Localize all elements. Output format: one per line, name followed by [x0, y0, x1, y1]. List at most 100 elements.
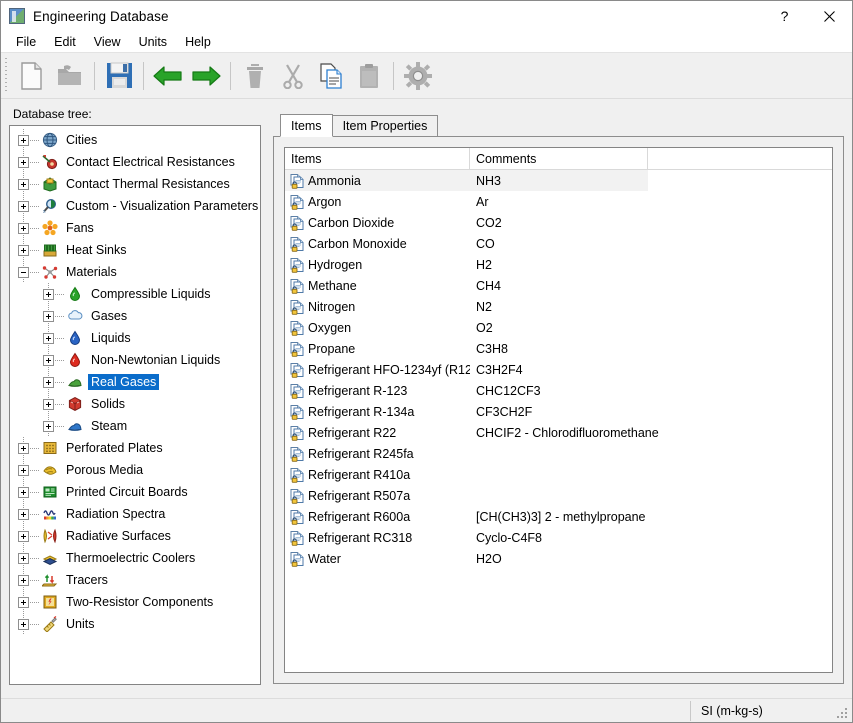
tree-node-liquids[interactable]: Liquids — [10, 327, 260, 349]
expand-icon[interactable] — [18, 442, 29, 454]
expand-icon[interactable] — [18, 200, 29, 212]
tab-items[interactable]: Items — [280, 114, 333, 137]
tree-node-fans[interactable]: Fans — [10, 217, 260, 239]
table-row[interactable]: Refrigerant HFO-1234yf (R123... C3H2F4 — [285, 359, 832, 380]
table-row[interactable]: Nitrogen N2 — [285, 296, 832, 317]
cell-comment: CH4 — [476, 278, 502, 293]
tree-node-tracers[interactable]: Tracers — [10, 569, 260, 591]
table-row[interactable]: Propane C3H8 — [285, 338, 832, 359]
settings-button[interactable] — [399, 57, 437, 95]
table-row[interactable]: Water H2O — [285, 548, 832, 569]
close-button[interactable] — [807, 1, 852, 31]
expand-icon[interactable] — [43, 332, 54, 344]
collapse-icon[interactable] — [18, 266, 29, 278]
tree-node-solids[interactable]: Solids — [10, 393, 260, 415]
expand-icon[interactable] — [43, 288, 54, 300]
table-row[interactable]: Carbon Dioxide CO2 — [285, 212, 832, 233]
expand-icon[interactable] — [18, 486, 29, 498]
tree-node-porous-media[interactable]: Porous Media — [10, 459, 260, 481]
table-row[interactable]: Hydrogen H2 — [285, 254, 832, 275]
expand-icon[interactable] — [18, 134, 29, 146]
table-row[interactable]: Refrigerant R-123 CHC12CF3 — [285, 380, 832, 401]
tab-item-properties[interactable]: Item Properties — [331, 115, 439, 137]
tree-node-real-gases[interactable]: Real Gases — [10, 371, 260, 393]
expand-icon[interactable] — [18, 618, 29, 630]
column-header-items[interactable]: Items — [285, 148, 470, 169]
paste-button[interactable] — [350, 57, 388, 95]
expand-icon[interactable] — [18, 464, 29, 476]
tree-node-compressible-liquids[interactable]: Compressible Liquids — [10, 283, 260, 305]
expand-icon[interactable] — [18, 178, 29, 190]
locked-document-icon — [289, 215, 305, 231]
open-button[interactable] — [51, 57, 89, 95]
table-row[interactable]: Refrigerant R600a [CH(CH3)3] 2 - methylpr… — [285, 506, 832, 527]
expand-icon[interactable] — [18, 244, 29, 256]
tree-node-two-resistor-components[interactable]: Two-Resistor Components — [10, 591, 260, 613]
delete-button[interactable] — [236, 57, 274, 95]
tree-node-units[interactable]: Units — [10, 613, 260, 635]
expand-icon[interactable] — [18, 596, 29, 608]
copy-button[interactable] — [312, 57, 350, 95]
table-row[interactable]: Refrigerant RC318 Cyclo-C4F8 — [285, 527, 832, 548]
tree-node-custom-visualization-parameters[interactable]: x Custom - Visualization Parameters — [10, 195, 260, 217]
tree-dash — [30, 161, 39, 163]
item-label: Oxygen — [308, 320, 352, 335]
tree-node-gases[interactable]: Gases — [10, 305, 260, 327]
expand-icon[interactable] — [43, 398, 54, 410]
back-button[interactable] — [149, 57, 187, 95]
pane-splitter[interactable] — [261, 105, 273, 698]
items-list[interactable]: Items Comments Ammonia NH3 Argon Ar Carbon D… — [284, 147, 833, 673]
table-row[interactable]: Refrigerant R245fa — [285, 443, 832, 464]
expand-icon[interactable] — [18, 552, 29, 564]
tree-node-contact-electrical-resistances[interactable]: Contact Electrical Resistances — [10, 151, 260, 173]
menu-view[interactable]: View — [85, 33, 130, 51]
new-button[interactable] — [13, 57, 51, 95]
expand-icon[interactable] — [18, 574, 29, 586]
table-row[interactable]: Ammonia NH3 — [285, 170, 648, 191]
table-row[interactable]: Refrigerant R-134a CF3CH2F — [285, 401, 832, 422]
table-row[interactable]: Argon Ar — [285, 191, 832, 212]
table-row[interactable]: Refrigerant R507a — [285, 485, 832, 506]
column-header-comments[interactable]: Comments — [470, 148, 648, 169]
cut-button[interactable] — [274, 57, 312, 95]
table-row[interactable]: Refrigerant R410a — [285, 464, 832, 485]
expand-icon[interactable] — [18, 530, 29, 542]
help-button[interactable]: ? — [762, 1, 807, 31]
menu-edit[interactable]: Edit — [45, 33, 85, 51]
resize-grip[interactable] — [837, 708, 849, 720]
table-row[interactable]: Refrigerant R22 CHCIF2 - Chlorodifluorome… — [285, 422, 832, 443]
tree-node-thermoelectric-coolers[interactable]: Thermoelectric Coolers — [10, 547, 260, 569]
tree-node-contact-thermal-resistances[interactable]: Contact Thermal Resistances — [10, 173, 260, 195]
tree-node-printed-circuit-boards[interactable]: Printed Circuit Boards — [10, 481, 260, 503]
expand-icon[interactable] — [43, 354, 54, 366]
table-row[interactable]: Oxygen O2 — [285, 317, 832, 338]
menu-units[interactable]: Units — [130, 33, 176, 51]
floppy-save-icon — [106, 62, 132, 88]
expand-icon[interactable] — [43, 376, 54, 388]
expand-icon[interactable] — [18, 222, 29, 234]
forward-button[interactable] — [187, 57, 225, 95]
tree-node-radiative-surfaces[interactable]: Radiative Surfaces — [10, 525, 260, 547]
database-tree[interactable]: Cities Contact Electrical Resistances Cont… — [9, 125, 261, 685]
tree-node-heat-sinks[interactable]: Heat Sinks — [10, 239, 260, 261]
tree-node-perforated-plates[interactable]: Perforated Plates — [10, 437, 260, 459]
expand-icon[interactable] — [18, 508, 29, 520]
save-button[interactable] — [100, 57, 138, 95]
expand-icon[interactable] — [43, 420, 54, 432]
column-header-blank[interactable] — [648, 148, 832, 169]
tree-dash — [30, 469, 39, 471]
tree-node-steam[interactable]: Steam — [10, 415, 260, 437]
tree-node-non-newtonian-liquids[interactable]: Non-Newtonian Liquids — [10, 349, 260, 371]
tree-node-materials[interactable]: Materials — [10, 261, 260, 283]
toolbar-grip[interactable] — [3, 57, 10, 94]
locked-document-icon — [289, 551, 305, 567]
tree-node-cities[interactable]: Cities — [10, 129, 260, 151]
items-list-body[interactable]: Ammonia NH3 Argon Ar Carbon Dioxide CO2 Carbon… — [285, 170, 832, 672]
expand-icon[interactable] — [18, 156, 29, 168]
tree-node-radiation-spectra[interactable]: Radiation Spectra — [10, 503, 260, 525]
menu-file[interactable]: File — [7, 33, 45, 51]
table-row[interactable]: Methane CH4 — [285, 275, 832, 296]
menu-help[interactable]: Help — [176, 33, 220, 51]
expand-icon[interactable] — [43, 310, 54, 322]
table-row[interactable]: Carbon Monoxide CO — [285, 233, 832, 254]
